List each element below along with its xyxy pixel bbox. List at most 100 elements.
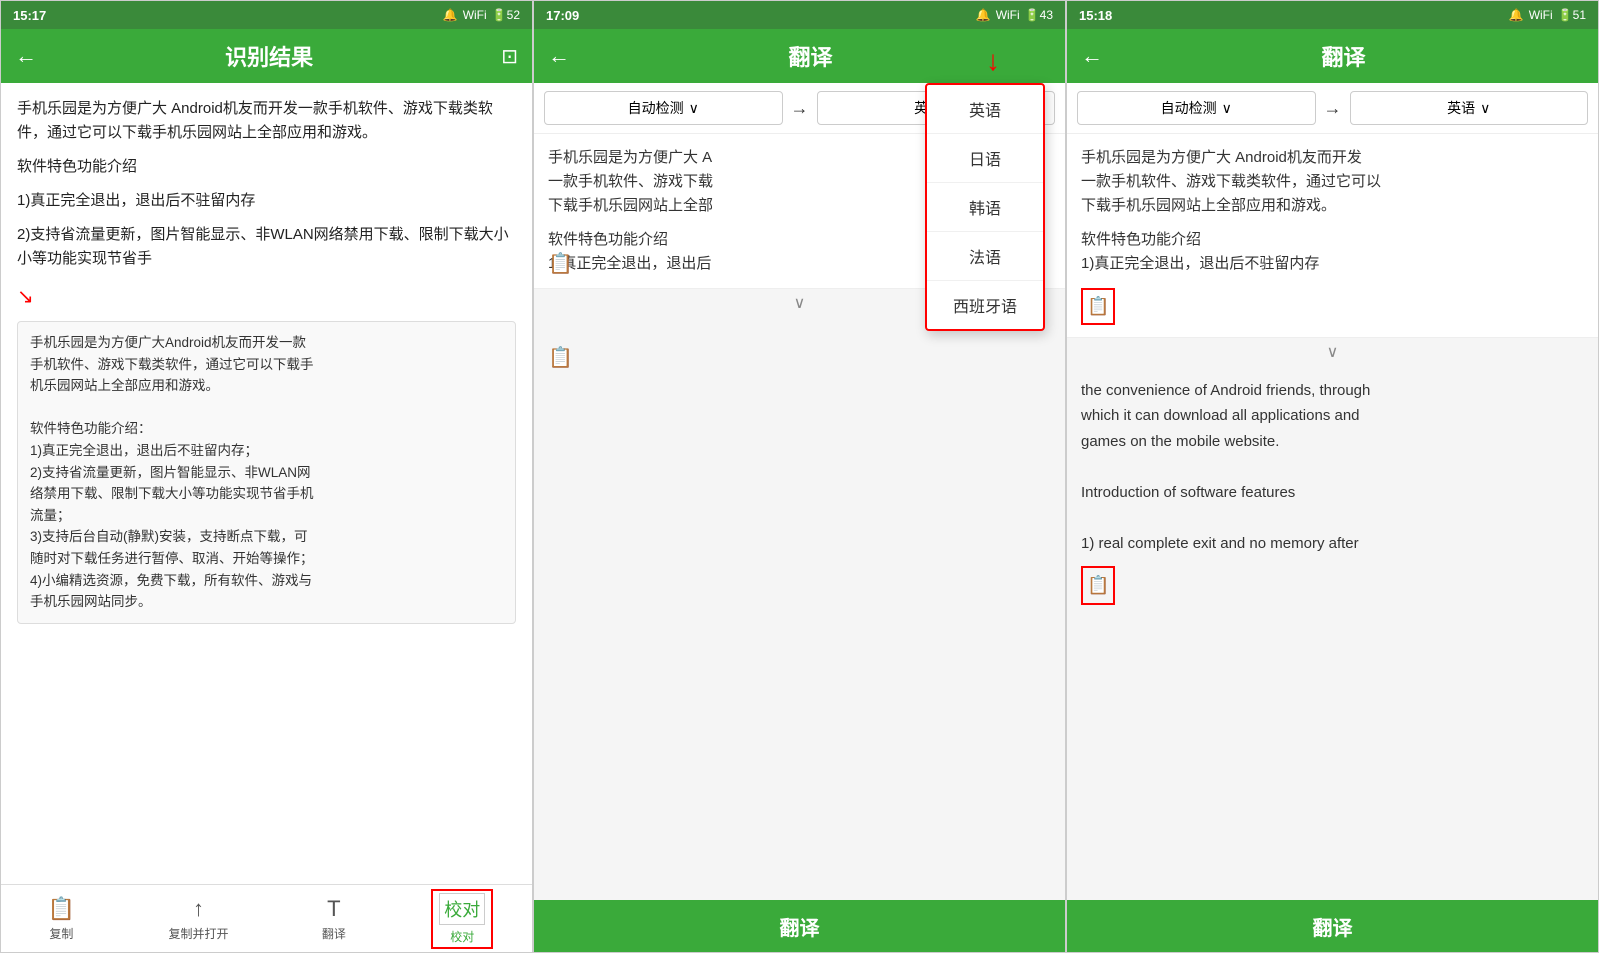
screen1-title: 识别结果 — [37, 40, 501, 72]
lang-from-label-3: 自动检测 — [1161, 98, 1217, 118]
translate-button-2[interactable]: 翻译 — [534, 900, 1065, 952]
share-icon: ↑ — [193, 896, 204, 922]
lang-from-selector-2[interactable]: 自动检测 ∨ — [544, 91, 783, 125]
paragraph-2: 软件特色功能介绍 — [17, 155, 516, 179]
output-line5: Introduction of software features — [1081, 480, 1584, 506]
nav-translate-label: 翻译 — [322, 925, 346, 942]
notification-icon: 🔔 — [443, 8, 458, 22]
lang-from-selector-3[interactable]: 自动检测 ∨ — [1077, 91, 1316, 125]
dropdown-item-english[interactable]: 英语 — [927, 85, 1043, 134]
ocr-line10: 3)支持后台自动(静默)安装，支持断点下载，可 — [30, 529, 308, 544]
dropdown-item-spanish[interactable]: 西班牙语 — [927, 281, 1043, 329]
time-1: 15:17 — [13, 8, 46, 23]
dropdown-item-french[interactable]: 法语 — [927, 232, 1043, 281]
source-text-area-3[interactable]: 手机乐园是为方便广大 Android机友而开发 一款手机软件、游戏下载类软件，通… — [1067, 134, 1598, 338]
ocr-line1: 手机乐园是为方便广大Android机友而开发一款 — [30, 335, 306, 350]
copy-icon-output-3[interactable]: 📋 — [1081, 566, 1115, 605]
back-button-2[interactable]: ← — [548, 43, 570, 69]
app-bar-3: ← 翻译 — [1067, 29, 1598, 83]
bottom-nav-1: 📋 复制 ↑ 复制并打开 T 翻译 校对 校对 — [1, 884, 532, 952]
translate-button-3[interactable]: 翻译 — [1067, 900, 1598, 952]
ocr-line6: 1)真正完全退出，退出后不驻留内存； — [30, 443, 258, 458]
paragraph-1: 手机乐园是为方便广大 Android机友而开发一款手机软件、游戏下载类软件，通过… — [17, 97, 516, 145]
paragraph-3: 1)真正完全退出，退出后不驻留内存 — [17, 189, 516, 213]
output-line3: games on the mobile website. — [1081, 429, 1584, 455]
ocr-text-block: 手机乐园是为方便广大Android机友而开发一款 手机软件、游戏下载类软件，通过… — [17, 321, 516, 624]
expand-icon-3[interactable]: ∨ — [1067, 338, 1598, 366]
scan-icon-1[interactable]: ⊡ — [501, 44, 518, 69]
ocr-line12: 4)小编精选资源，免费下载，所有软件、游戏与 — [30, 573, 312, 588]
status-bar-1: 15:17 🔔 WiFi 🔋52 — [1, 1, 532, 29]
ocr-line11: 随时对下载任务进行暂停、取消、开始等操作； — [30, 551, 314, 566]
ocr-line13: 手机乐园网站同步。 — [30, 594, 152, 609]
output-area-2: 📋 — [534, 317, 1065, 900]
nav-copy-open-label: 复制并打开 — [168, 925, 228, 942]
status-bar-2: 17:09 🔔 WiFi 🔋43 — [534, 1, 1065, 29]
ocr-line5: 软件特色功能介绍： — [30, 421, 152, 436]
content-area-1: 手机乐园是为方便广大 Android机友而开发一款手机软件、游戏下载类软件，通过… — [1, 83, 532, 884]
dropdown-item-korean[interactable]: 韩语 — [927, 183, 1043, 232]
output-line2: which it can download all applications a… — [1081, 403, 1584, 429]
battery-icon-1: 🔋52 — [492, 8, 520, 22]
lang-arrow-3: → — [1324, 98, 1342, 119]
status-icons-2: 🔔 WiFi 🔋43 — [976, 8, 1053, 22]
notification-icon-2: 🔔 — [976, 8, 991, 22]
ocr-line7: 2)支持省流量更新，图片智能显示、非WLAN网 — [30, 465, 311, 480]
chevron-down-icon-3: ∨ — [1222, 100, 1232, 117]
ocr-line8: 络禁用下载、限制下载大小等功能实现节省手机 — [30, 486, 314, 501]
output-line1: the convenience of Android friends, thro… — [1081, 378, 1584, 404]
battery-icon-3: 🔋51 — [1558, 8, 1586, 22]
screen-3: 15:18 🔔 WiFi 🔋51 ← 翻译 自动检测 ∨ → 英语 ∨ — [1066, 0, 1599, 953]
back-button-3[interactable]: ← — [1081, 43, 1103, 69]
screen2-title: 翻译 — [570, 40, 1051, 72]
nav-proofread[interactable]: 校对 校对 — [431, 889, 493, 949]
lang-to-label-3: 英语 — [1447, 98, 1475, 118]
copy-icon-input-3[interactable]: 📋 — [1081, 288, 1115, 325]
nav-copy-label: 复制 — [49, 925, 73, 942]
wifi-icon-3: WiFi — [1529, 8, 1553, 22]
ocr-line3: 机乐园网站上全部应用和游戏。 — [30, 378, 219, 393]
source-para3-3: 1)真正完全退出，退出后不驻留内存 — [1081, 252, 1584, 276]
lang-to-selector-3[interactable]: 英语 ∨ — [1350, 91, 1589, 125]
app-bar-1: ← 识别结果 ⊡ — [1, 29, 532, 83]
copy-icon-input-2[interactable]: 📋 — [548, 248, 573, 280]
dropdown-item-japanese[interactable]: 日语 — [927, 134, 1043, 183]
time-3: 15:18 — [1079, 8, 1112, 23]
lang-arrow-2: → — [791, 98, 809, 119]
screen-2: 17:09 🔔 WiFi 🔋43 ← 翻译 自动检测 ∨ → 英语 ∨ — [533, 0, 1066, 953]
red-arrow-dropdown: ↓ — [986, 45, 1000, 77]
notification-icon-3: 🔔 — [1509, 8, 1524, 22]
ocr-line9: 流量； — [30, 508, 71, 523]
copy-icon-input-3-container: 📋 — [1081, 284, 1584, 325]
ocr-arrow-container: ↘ — [17, 281, 516, 313]
language-dropdown: 英语 日语 韩语 法语 西班牙语 — [925, 83, 1045, 331]
proofread-icon: 校对 — [439, 893, 485, 925]
nav-copy-open[interactable]: ↑ 复制并打开 — [160, 892, 236, 946]
source-text-line2-3: 一款手机软件、游戏下载类软件，通过它可以 — [1081, 170, 1584, 194]
nav-copy[interactable]: 📋 复制 — [40, 892, 83, 946]
translate-icon: T — [327, 896, 340, 922]
chevron-down-icon-2: ∨ — [689, 100, 699, 117]
copy-icon: 📋 — [48, 896, 75, 922]
back-button-1[interactable]: ← — [15, 43, 37, 69]
paragraph-4: 2)支持省流量更新，图片智能显示、非WLAN网络禁用下载、限制下载大小小等功能实… — [17, 223, 516, 271]
copy-icon-sm-2: 📋 — [548, 347, 573, 369]
translate-header-3: 自动检测 ∨ → 英语 ∨ — [1067, 83, 1598, 134]
screen-1: 15:17 🔔 WiFi 🔋52 ← 识别结果 ⊡ 手机乐园是为方便广大 And… — [0, 0, 533, 953]
status-icons-1: 🔔 WiFi 🔋52 — [443, 8, 520, 22]
nav-proofread-label: 校对 — [450, 928, 474, 945]
source-para2-3: 软件特色功能介绍 — [1081, 228, 1584, 252]
status-icons-3: 🔔 WiFi 🔋51 — [1509, 8, 1586, 22]
chevron-down-icon-to-3: ∨ — [1480, 100, 1490, 117]
source-text-line3-3: 下载手机乐园网站上全部应用和游戏。 — [1081, 194, 1584, 218]
screen3-title: 翻译 — [1103, 40, 1584, 72]
output-line7: 1) real complete exit and no memory afte… — [1081, 531, 1584, 557]
nav-translate[interactable]: T 翻译 — [314, 892, 354, 946]
lang-from-label-2: 自动检测 — [628, 98, 684, 118]
battery-icon-2: 🔋43 — [1025, 8, 1053, 22]
wifi-icon: WiFi — [463, 8, 487, 22]
copy-icon-output-2: 📋 — [534, 341, 1065, 374]
status-bar-3: 15:18 🔔 WiFi 🔋51 — [1067, 1, 1598, 29]
source-text-line1-3: 手机乐园是为方便广大 Android机友而开发 — [1081, 146, 1584, 170]
time-2: 17:09 — [546, 8, 579, 23]
